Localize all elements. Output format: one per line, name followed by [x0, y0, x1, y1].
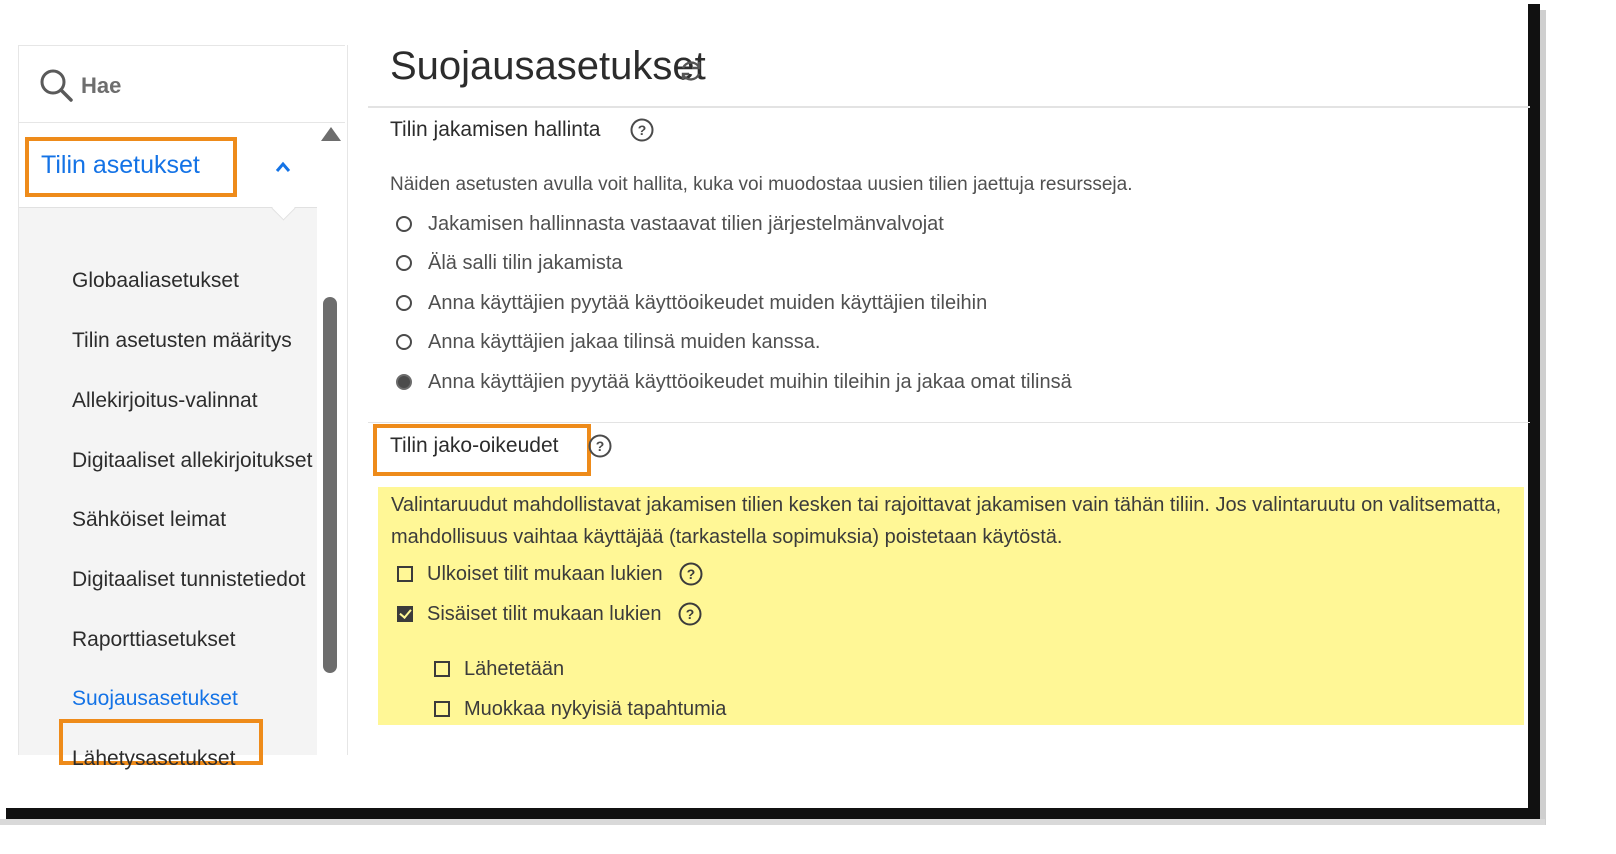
- sidebar: Tilin asetukset Globaaliasetukset Tilin …: [18, 45, 348, 770]
- checkbox[interactable]: [397, 566, 413, 582]
- frame-border: [1528, 4, 1540, 819]
- checkbox[interactable]: [434, 701, 450, 717]
- section-pointer: [271, 196, 296, 221]
- sidebar-item-send-settings[interactable]: Lähetysasetukset: [72, 747, 235, 771]
- search-input[interactable]: [79, 68, 323, 104]
- sidebar-item-digital-identities[interactable]: Digitaaliset tunnistetiedot: [72, 568, 305, 592]
- sidebar-item-global-settings[interactable]: Globaaliasetukset: [72, 269, 239, 293]
- radio-button[interactable]: [396, 216, 412, 232]
- checkbox-option-sending[interactable]: Lähetetään: [434, 655, 564, 683]
- help-icon[interactable]: ?: [679, 562, 703, 586]
- radio-label: Älä salli tilin jakamista: [428, 251, 623, 274]
- checkbox-option-edit-events[interactable]: Muokkaa nykyisiä tapahtumia: [434, 695, 726, 723]
- checkbox[interactable]: [434, 661, 450, 677]
- chevron-up-icon[interactable]: [273, 159, 293, 175]
- radio-option[interactable]: Anna käyttäjien pyytää käyttöoikeudet mu…: [396, 290, 987, 316]
- help-icon[interactable]: ?: [588, 434, 612, 458]
- refresh-icon[interactable]: [678, 58, 704, 84]
- sidebar-item-security-settings[interactable]: Suojausasetukset: [72, 687, 238, 711]
- radio-option[interactable]: Jakamisen hallinnasta vastaavat tilien j…: [396, 211, 944, 237]
- frame-border: [6, 808, 1540, 819]
- radio-option[interactable]: Anna käyttäjien jakaa tilinsä muiden kan…: [396, 329, 820, 355]
- sidebar-item-account-setup[interactable]: Tilin asetusten määritys: [72, 329, 292, 353]
- help-icon[interactable]: ?: [678, 602, 702, 626]
- sidebar-item-digital-signatures[interactable]: Digitaaliset allekirjoitukset: [72, 449, 312, 473]
- sidebar-item-report-settings[interactable]: Raporttiasetukset: [72, 628, 235, 652]
- account-sharing-heading: Tilin jakamisen hallinta: [390, 118, 601, 141]
- svg-text:?: ?: [685, 606, 694, 622]
- checkbox-label: Ulkoiset tilit mukaan lukien: [427, 562, 663, 585]
- svg-text:?: ?: [638, 122, 647, 138]
- frame-shadow: [1540, 10, 1546, 825]
- checkbox-checked[interactable]: [397, 606, 413, 622]
- checkbox-label: Muokkaa nykyisiä tapahtumia: [464, 697, 727, 720]
- scroll-up-arrow[interactable]: [321, 127, 341, 141]
- checkbox-option-internal[interactable]: Sisäiset tilit mukaan lukien ?: [397, 600, 702, 628]
- sharing-permissions-description: Valintaruudut mahdollistavat jakamisen t…: [391, 494, 1502, 548]
- highlight-box: [373, 424, 591, 476]
- scrollbar-thumb[interactable]: [323, 297, 337, 673]
- sidebar-item-electronic-seals[interactable]: Sähköiset leimat: [72, 508, 226, 532]
- radio-button[interactable]: [396, 255, 412, 271]
- help-icon[interactable]: ?: [630, 118, 654, 142]
- frame-shadow: [0, 819, 1545, 825]
- radio-label: Anna käyttäjien pyytää käyttöoikeudet mu…: [428, 291, 988, 314]
- search-icon: [40, 69, 73, 102]
- radio-option[interactable]: Anna käyttäjien pyytää käyttöoikeudet mu…: [396, 369, 1072, 395]
- checkbox-label: Lähetetään: [464, 657, 565, 680]
- search-box: [19, 45, 345, 123]
- page-title: Suojausasetukset: [390, 44, 706, 88]
- highlight-box: [25, 137, 237, 197]
- radio-label: Anna käyttäjien jakaa tilinsä muiden kan…: [428, 330, 821, 353]
- checkbox-option-external[interactable]: Ulkoiset tilit mukaan lukien ?: [397, 560, 703, 588]
- radio-button-selected[interactable]: [396, 374, 412, 390]
- checkbox-label: Sisäiset tilit mukaan lukien: [427, 602, 662, 625]
- svg-text:?: ?: [686, 566, 695, 582]
- radio-option[interactable]: Älä salli tilin jakamista: [396, 250, 623, 276]
- radio-button[interactable]: [396, 295, 412, 311]
- svg-text:?: ?: [596, 438, 605, 454]
- settings-nav: Tilin asetukset Globaaliasetukset Tilin …: [19, 131, 317, 770]
- divider: [368, 106, 1530, 108]
- radio-label: Anna käyttäjien pyytää käyttöoikeudet mu…: [428, 370, 1072, 393]
- account-sharing-description: Näiden asetusten avulla voit hallita, ku…: [390, 174, 1133, 195]
- radio-label: Jakamisen hallinnasta vastaavat tilien j…: [428, 212, 944, 235]
- divider: [368, 422, 1530, 423]
- sidebar-item-signature-preferences[interactable]: Allekirjoitus-valinnat: [72, 389, 258, 413]
- radio-button[interactable]: [396, 334, 412, 350]
